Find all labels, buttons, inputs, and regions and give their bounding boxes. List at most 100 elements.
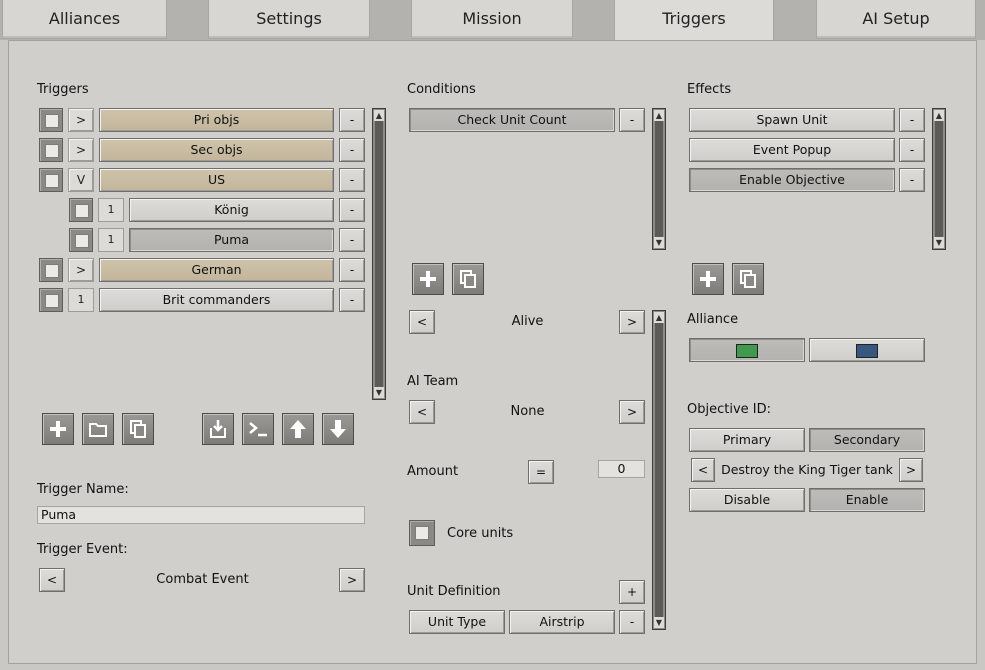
- trigger-checkbox[interactable]: [39, 258, 63, 282]
- trigger-remove-button[interactable]: -: [339, 288, 365, 312]
- remove-unit-definition-button[interactable]: -: [619, 610, 645, 634]
- trigger-remove-button[interactable]: -: [339, 108, 365, 132]
- disable-button[interactable]: Disable: [689, 488, 805, 512]
- effects-scrollbar[interactable]: ▲ ▼: [932, 108, 946, 250]
- amount-operator-button[interactable]: =: [528, 460, 554, 484]
- trigger-collapse-button[interactable]: V: [68, 168, 94, 192]
- trigger-item[interactable]: Brit commanders: [99, 288, 334, 312]
- condition-remove-button[interactable]: -: [619, 108, 645, 132]
- trigger-event-next-button[interactable]: >: [339, 568, 365, 592]
- condition-item-selected[interactable]: Check Unit Count: [409, 108, 615, 132]
- alliance-color-swatch: [736, 344, 758, 358]
- scroll-down-icon[interactable]: ▼: [934, 237, 944, 248]
- trigger-checkbox[interactable]: [39, 288, 63, 312]
- scroll-down-icon[interactable]: ▼: [654, 237, 664, 248]
- add-folder-button[interactable]: [82, 413, 114, 445]
- ai-team-prev-button[interactable]: <: [409, 400, 435, 424]
- trigger-remove-button[interactable]: -: [339, 168, 365, 192]
- core-units-checkbox[interactable]: [409, 520, 435, 546]
- trigger-item[interactable]: German: [99, 258, 334, 282]
- scroll-down-icon[interactable]: ▼: [654, 617, 664, 628]
- trigger-expand-button[interactable]: >: [68, 258, 94, 282]
- effect-item[interactable]: Event Popup: [689, 138, 895, 162]
- add-trigger-button[interactable]: [42, 413, 74, 445]
- trigger-remove-button[interactable]: -: [339, 258, 365, 282]
- trigger-checkbox[interactable]: [69, 198, 93, 222]
- trigger-item[interactable]: US: [99, 168, 334, 192]
- triggers-scrollbar[interactable]: ▲ ▼: [372, 108, 386, 400]
- duplicate-trigger-button[interactable]: [122, 413, 154, 445]
- ai-team-next-button[interactable]: >: [619, 400, 645, 424]
- trigger-count: 1: [98, 198, 124, 222]
- folder-icon: [89, 423, 107, 437]
- add-condition-button[interactable]: [412, 263, 444, 295]
- duplicate-condition-button[interactable]: [452, 263, 484, 295]
- trigger-item[interactable]: Sec objs: [99, 138, 334, 162]
- condition-details-scrollbar[interactable]: ▲ ▼: [652, 310, 666, 630]
- script-button[interactable]: [242, 413, 274, 445]
- duplicate-effect-button[interactable]: [732, 263, 764, 295]
- amount-input[interactable]: 0: [598, 460, 645, 478]
- trigger-remove-button[interactable]: -: [339, 228, 365, 252]
- trigger-remove-button[interactable]: -: [339, 138, 365, 162]
- objective-id-label: Objective ID:: [687, 402, 771, 417]
- conditions-scrollbar[interactable]: ▲ ▼: [652, 108, 666, 250]
- alliance-option-green[interactable]: [689, 338, 805, 362]
- tab-mission[interactable]: Mission: [411, 0, 573, 39]
- unit-type-button[interactable]: Unit Type: [409, 610, 505, 634]
- import-button[interactable]: [202, 413, 234, 445]
- scroll-up-icon[interactable]: ▲: [374, 110, 384, 121]
- trigger-item[interactable]: König: [129, 198, 334, 222]
- trigger-expand-button[interactable]: >: [68, 138, 94, 162]
- add-unit-definition-button[interactable]: +: [619, 580, 645, 604]
- trigger-checkbox[interactable]: [39, 168, 63, 192]
- effect-item[interactable]: Spawn Unit: [689, 108, 895, 132]
- unit-definition-label: Unit Definition: [407, 584, 501, 599]
- amount-label: Amount: [407, 464, 459, 479]
- tab-alliances[interactable]: Alliances: [2, 0, 167, 39]
- scroll-up-icon[interactable]: ▲: [934, 110, 944, 121]
- add-effect-button[interactable]: [692, 263, 724, 295]
- tab-ai-setup[interactable]: AI Setup: [816, 0, 976, 39]
- tab-bar: Alliances Settings Mission Triggers AI S…: [0, 0, 985, 41]
- arrow-down-icon: [330, 420, 346, 438]
- unit-value-button[interactable]: Airstrip: [509, 610, 615, 634]
- scroll-down-icon[interactable]: ▼: [374, 387, 384, 398]
- trigger-checkbox[interactable]: [39, 138, 63, 162]
- effects-heading: Effects: [687, 82, 732, 97]
- alliance-option-blue[interactable]: [809, 338, 925, 362]
- conditions-heading: Conditions: [407, 82, 476, 97]
- effect-item-selected[interactable]: Enable Objective: [689, 168, 895, 192]
- objective-value: Destroy the King Tiger tank: [721, 462, 893, 477]
- effect-remove-button[interactable]: -: [899, 168, 925, 192]
- state-next-button[interactable]: >: [619, 310, 645, 334]
- trigger-checkbox[interactable]: [69, 228, 93, 252]
- trigger-event-prev-button[interactable]: <: [39, 568, 65, 592]
- secondary-objective-button[interactable]: Secondary: [809, 428, 925, 452]
- state-prev-button[interactable]: <: [409, 310, 435, 334]
- trigger-item[interactable]: Pri objs: [99, 108, 334, 132]
- trigger-checkbox[interactable]: [39, 108, 63, 132]
- objective-prev-button[interactable]: <: [691, 458, 715, 482]
- trigger-item-selected[interactable]: Puma: [129, 228, 334, 252]
- effect-remove-button[interactable]: -: [899, 138, 925, 162]
- effect-remove-button[interactable]: -: [899, 108, 925, 132]
- tab-triggers[interactable]: Triggers: [614, 0, 774, 41]
- enable-button[interactable]: Enable: [809, 488, 925, 512]
- alliance-label: Alliance: [687, 312, 739, 327]
- objective-next-button[interactable]: >: [899, 458, 923, 482]
- trigger-expand-button[interactable]: >: [68, 108, 94, 132]
- move-up-button[interactable]: [282, 413, 314, 445]
- trigger-name-input[interactable]: Puma: [37, 506, 365, 524]
- state-value: Alive: [511, 314, 544, 329]
- terminal-icon: [249, 422, 267, 437]
- move-down-button[interactable]: [322, 413, 354, 445]
- core-units-label: Core units: [447, 526, 514, 541]
- scroll-up-icon[interactable]: ▲: [654, 312, 664, 323]
- scroll-up-icon[interactable]: ▲: [654, 110, 664, 121]
- trigger-remove-button[interactable]: -: [339, 198, 365, 222]
- primary-objective-button[interactable]: Primary: [689, 428, 805, 452]
- tab-settings[interactable]: Settings: [208, 0, 370, 39]
- triggers-heading: Triggers: [37, 82, 89, 97]
- trigger-count: 1: [98, 228, 124, 252]
